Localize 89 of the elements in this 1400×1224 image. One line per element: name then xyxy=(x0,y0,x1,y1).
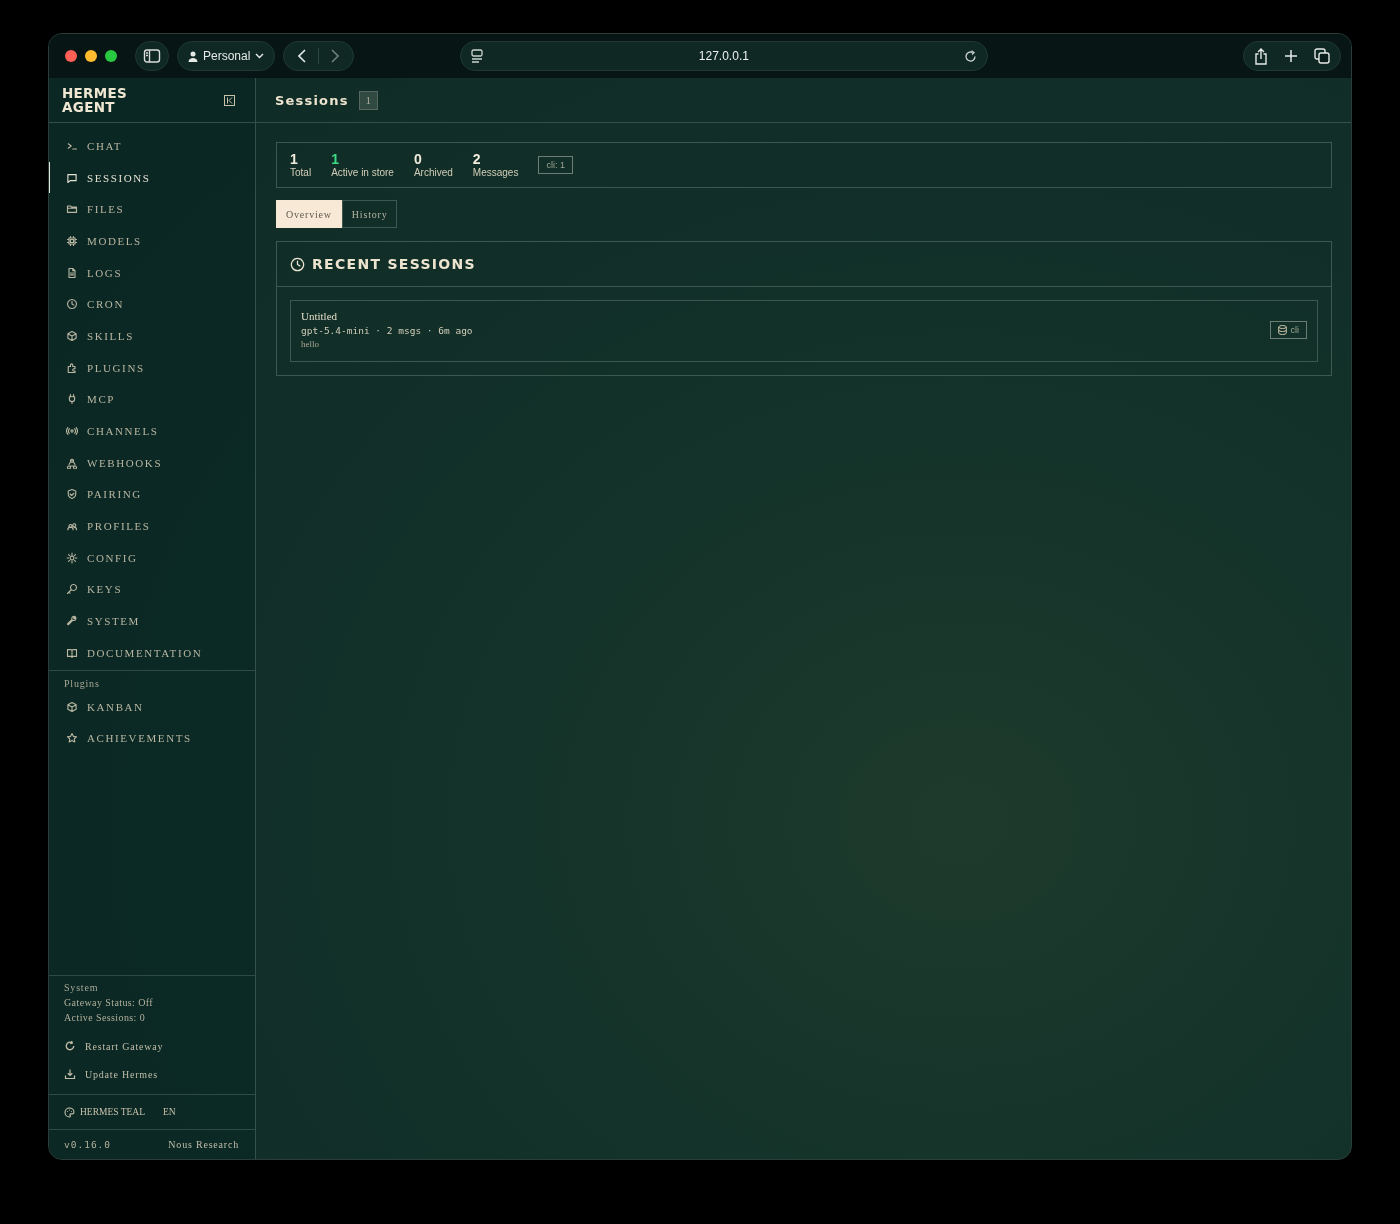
nav-item[interactable]: FILES xyxy=(49,193,255,226)
section-title: RECENT SESSIONS xyxy=(312,256,476,272)
stat-value: 0 xyxy=(413,151,423,167)
plugins-heading: Plugins xyxy=(63,677,101,691)
collapse-sidebar-icon[interactable] xyxy=(224,94,235,106)
palette-icon xyxy=(64,1106,75,1118)
nav-item[interactable]: CONFIG xyxy=(49,541,255,574)
maximize-button[interactable] xyxy=(105,50,117,62)
book-icon xyxy=(66,646,78,659)
reload-icon[interactable] xyxy=(964,49,978,63)
nav-item[interactable]: SYSTEM xyxy=(49,605,255,637)
nav-item[interactable]: PROFILES xyxy=(49,510,255,542)
nav-item[interactable]: PAIRING xyxy=(49,478,255,511)
gateway-status: Gateway Status: Off xyxy=(63,997,155,1008)
stat-value: 2 xyxy=(472,151,482,167)
active-sessions-count: Active Sessions: 0 xyxy=(63,1012,147,1023)
cube-icon xyxy=(66,329,78,342)
refresh-icon xyxy=(64,1040,76,1052)
sidebar-toggle-button[interactable] xyxy=(135,41,169,71)
nav-item[interactable]: CHANNELS xyxy=(49,415,255,447)
session-count-badge: 1 xyxy=(358,90,378,110)
brand-logo: HERMES AGENT xyxy=(62,86,129,114)
nav-item[interactable]: SESSIONS xyxy=(49,161,255,194)
chat-icon xyxy=(66,171,78,184)
theme-button[interactable]: HERMES TEAL xyxy=(64,1106,145,1118)
webhook-icon xyxy=(66,456,78,469)
clock-icon xyxy=(66,298,78,311)
tabs-overview-icon[interactable] xyxy=(1314,48,1330,64)
cube-icon xyxy=(66,700,78,713)
nav-item[interactable]: CRON xyxy=(49,288,255,321)
nav-item[interactable]: KEYS xyxy=(49,573,255,606)
session-row[interactable]: Untitled gpt-5.4-mini · 2 msgs · 6m ago hello cli xyxy=(290,300,1318,362)
tab[interactable]: Overview xyxy=(276,200,342,228)
chevron-left-icon xyxy=(298,49,307,63)
puzzle-icon xyxy=(66,361,78,374)
nav-item[interactable]: SKILLS xyxy=(49,320,255,352)
star-icon xyxy=(66,732,78,745)
url-text: 127.0.0.1 xyxy=(697,49,750,63)
new-tab-icon[interactable] xyxy=(1284,49,1298,63)
person-icon xyxy=(188,50,198,62)
profile-button[interactable]: Personal xyxy=(177,41,276,71)
nav-item[interactable]: DOCUMENTATION xyxy=(49,637,255,669)
share-icon[interactable] xyxy=(1254,47,1268,65)
clock-icon xyxy=(290,256,305,272)
source-tag: cli xyxy=(1269,320,1307,339)
tab[interactable]: History xyxy=(341,200,398,228)
chevron-down-icon xyxy=(255,53,265,59)
source-filter-tag[interactable]: cli: 1 xyxy=(538,155,573,174)
language-button[interactable]: EN xyxy=(163,1107,176,1117)
chip-icon xyxy=(66,234,78,247)
minimize-button[interactable] xyxy=(85,50,97,62)
download-icon xyxy=(64,1068,76,1080)
nav-item[interactable]: KANBAN xyxy=(49,690,255,723)
database-icon xyxy=(1277,324,1287,335)
broadcast-icon xyxy=(66,425,78,438)
nav-item[interactable]: LOGS xyxy=(49,256,255,289)
page-settings-icon xyxy=(471,49,484,63)
session-title: Untitled xyxy=(301,310,339,322)
nav-item[interactable]: MODELS xyxy=(49,225,255,257)
shield-icon xyxy=(66,488,78,501)
nav-item[interactable]: PLUGINS xyxy=(49,351,255,384)
nav-item[interactable]: MCP xyxy=(49,383,255,416)
sidebar-icon xyxy=(143,48,161,64)
key-icon xyxy=(66,583,78,596)
session-preview: hello xyxy=(301,339,320,349)
file-icon xyxy=(66,266,78,279)
stat-label: Total xyxy=(290,167,312,178)
stat-label: Active in store xyxy=(331,167,394,178)
plug-icon xyxy=(66,393,78,406)
stat-label: Messages xyxy=(472,167,519,178)
nav-item[interactable]: CHAT xyxy=(49,130,255,162)
stat-label: Archived xyxy=(413,167,453,178)
restart-gateway-button[interactable]: Restart Gateway xyxy=(49,1032,255,1060)
folder-icon xyxy=(66,203,78,216)
update-button[interactable]: Update Hermes xyxy=(49,1060,255,1088)
version-label: v0.16.0 xyxy=(64,1139,112,1150)
nav-item[interactable]: ACHIEVEMENTS xyxy=(49,722,255,755)
nav-item[interactable]: WEBHOOKS xyxy=(49,446,255,479)
chevron-right-icon xyxy=(331,49,340,63)
credit-label: Nous Research xyxy=(168,1139,239,1150)
address-bar[interactable]: 127.0.0.1 xyxy=(460,41,989,71)
system-heading: System xyxy=(63,982,100,993)
stat-value: 1 xyxy=(331,151,340,167)
stat-value: 1 xyxy=(290,151,299,167)
wrench-icon xyxy=(66,615,78,628)
close-button[interactable] xyxy=(65,50,77,62)
page-title: Sessions xyxy=(275,92,349,108)
users-icon xyxy=(66,520,78,533)
session-meta: gpt-5.4-mini · 2 msgs · 6m ago xyxy=(301,325,473,336)
